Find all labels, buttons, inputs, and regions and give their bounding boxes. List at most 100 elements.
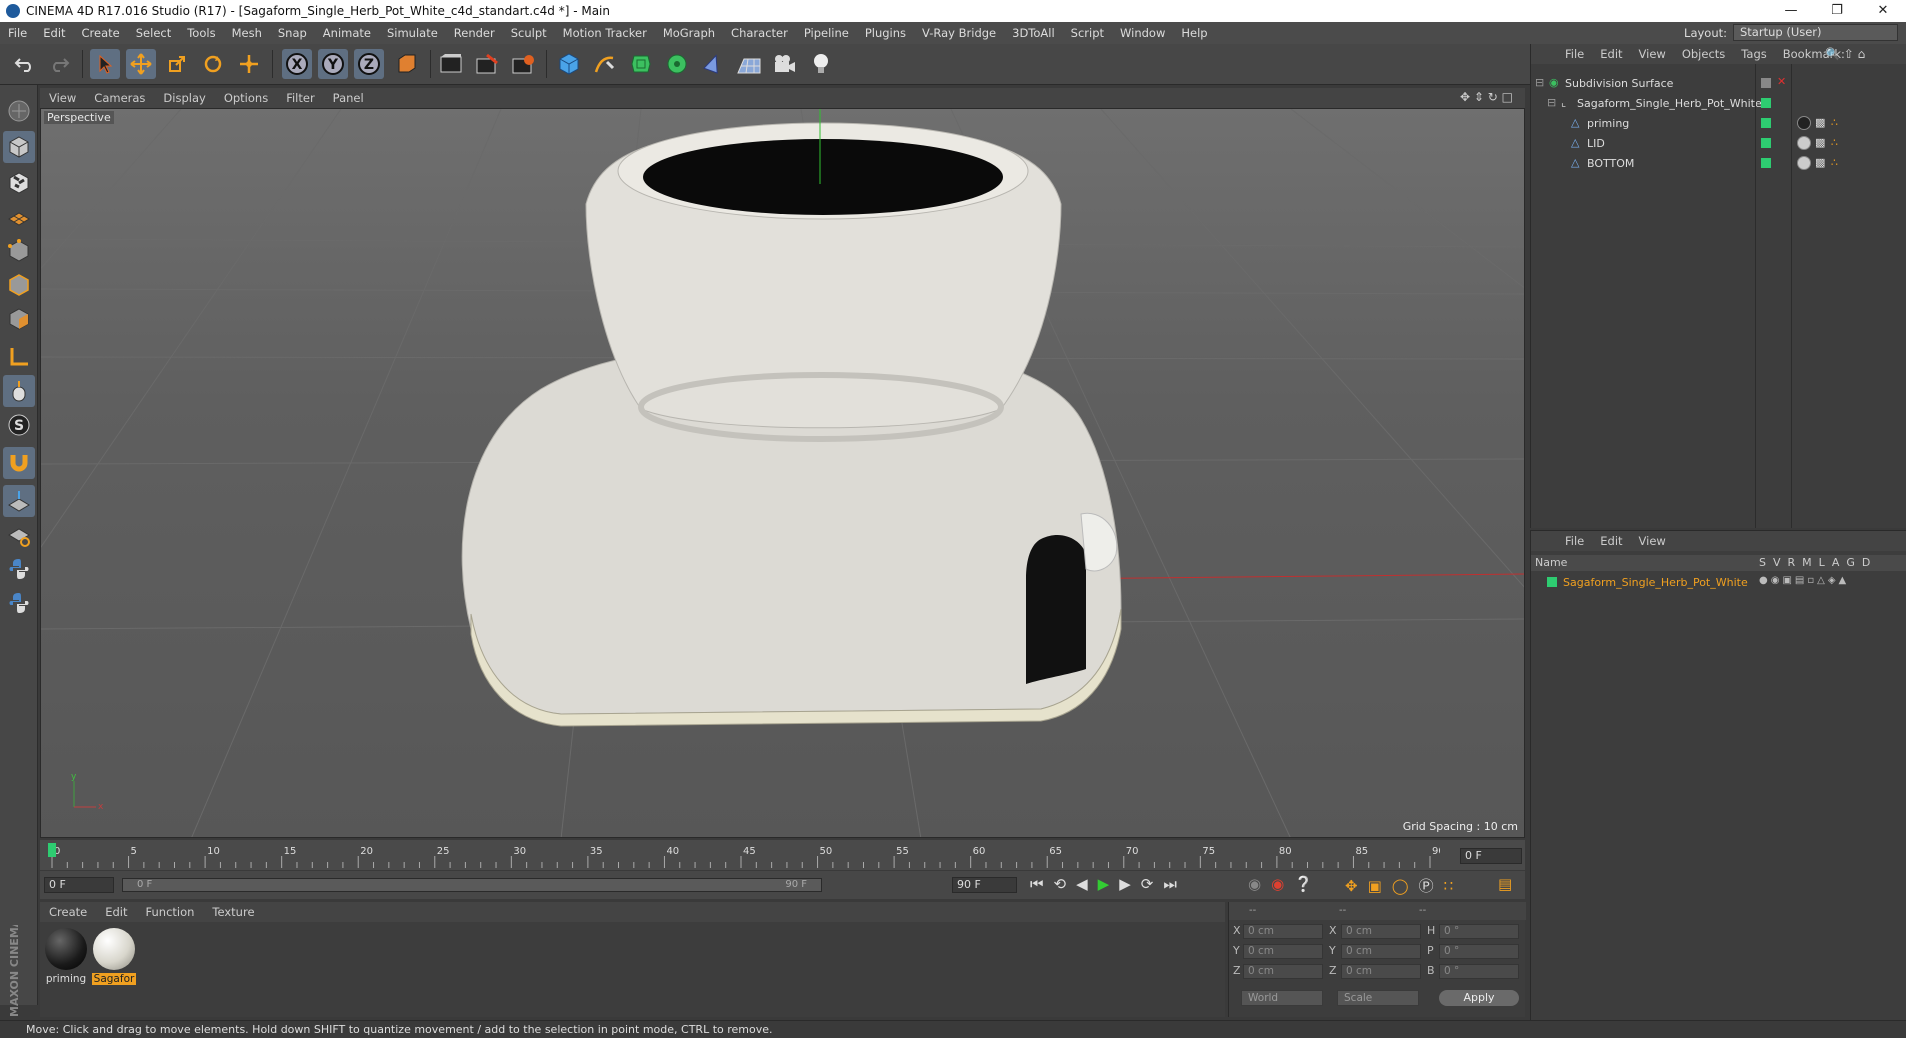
layer-row[interactable]: Sagaform_Single_Herb_Pot_White ●◉▣▤▫△◈▲ xyxy=(1531,573,1906,593)
scale-tool-icon[interactable] xyxy=(162,49,192,79)
keyframe-selection-icon[interactable]: ❔ xyxy=(1294,875,1323,893)
key-pla-icon[interactable]: ∷ xyxy=(1444,877,1464,895)
transform-tool-icon[interactable] xyxy=(234,49,264,79)
menu-render[interactable]: Render xyxy=(446,26,503,40)
menu-file[interactable]: File xyxy=(0,26,35,40)
prev-frame-icon[interactable]: ◀ xyxy=(1076,875,1098,893)
restore-icon[interactable]: ❐ xyxy=(1814,0,1860,22)
layer-menu-view[interactable]: View xyxy=(1631,534,1674,548)
prev-keyframe-icon[interactable]: ⟲ xyxy=(1054,875,1077,893)
menu-character[interactable]: Character xyxy=(723,26,796,40)
viewport-menu-cameras[interactable]: Cameras xyxy=(85,91,154,105)
layer-color-swatch[interactable] xyxy=(1547,577,1557,587)
timeline-ruler[interactable]: 051015202530354045505560657075808590 0 F xyxy=(40,840,1525,870)
key-position-icon[interactable]: ✥ xyxy=(1345,877,1368,895)
object-row[interactable]: ⊟ ⌞ Sagaform_Single_Herb_Pot_White xyxy=(1531,94,1906,114)
rotate-tool-icon[interactable] xyxy=(198,49,228,79)
menu-select[interactable]: Select xyxy=(128,26,179,40)
start-frame-field[interactable]: 0 F xyxy=(44,877,114,893)
deformer-icon[interactable] xyxy=(698,49,728,79)
object-row[interactable]: △ BOTTOM ▩ ∴ xyxy=(1531,154,1906,174)
light-icon[interactable] xyxy=(806,49,836,79)
material-tag-icon[interactable] xyxy=(1797,116,1811,130)
play-icon[interactable]: ▶ xyxy=(1098,875,1120,893)
end-frame-field[interactable]: 90 F xyxy=(952,877,1017,893)
material-tag-icon[interactable] xyxy=(1797,136,1811,150)
floor-scene-icon[interactable] xyxy=(734,49,764,79)
viewport-menu-display[interactable]: Display xyxy=(154,91,214,105)
go-to-end-icon[interactable]: ⏭ xyxy=(1163,875,1187,893)
herb-pot-model[interactable] xyxy=(461,122,1122,727)
make-editable-icon[interactable] xyxy=(3,95,35,127)
viewport-nav-icons[interactable]: ✥ ⇕ ↻ □ xyxy=(1460,90,1524,106)
apply-button[interactable]: Apply xyxy=(1439,990,1519,1006)
next-frame-icon[interactable]: ▶ xyxy=(1119,875,1141,893)
3d-viewport[interactable]: y x Grid Spacing : 10 cm xyxy=(40,108,1525,838)
select-tool-icon[interactable] xyxy=(90,49,120,79)
autokey-icon[interactable]: ◉ xyxy=(1271,875,1294,893)
menu-pipeline[interactable]: Pipeline xyxy=(796,26,857,40)
render-picture-viewer-icon[interactable] xyxy=(472,49,502,79)
model-mode-icon[interactable] xyxy=(3,131,35,163)
tweak-mode-icon[interactable] xyxy=(3,375,35,407)
locked-workplane-icon[interactable] xyxy=(3,519,35,551)
camera-icon[interactable] xyxy=(770,49,800,79)
key-param-icon[interactable]: Ⓟ xyxy=(1419,877,1444,895)
layer-flag-icons[interactable]: ●◉▣▤▫△◈▲ xyxy=(1759,575,1849,586)
snap-icon[interactable] xyxy=(3,447,35,479)
viewport-menu-filter[interactable]: Filter xyxy=(277,91,323,105)
timeline-window-icon[interactable]: ▤ xyxy=(1498,875,1512,893)
object-row[interactable]: ⊟ ◉ Subdivision Surface ✕ xyxy=(1531,74,1906,94)
layer-menu-file[interactable]: File xyxy=(1557,534,1592,548)
spline-pen-icon[interactable] xyxy=(590,49,620,79)
menu-motion-tracker[interactable]: Motion Tracker xyxy=(555,26,655,40)
go-to-start-icon[interactable]: ⏮ xyxy=(1030,875,1054,893)
key-filter-controls[interactable]: ✥▣◯Ⓟ∷ xyxy=(1345,875,1463,896)
viewport-menu-view[interactable]: View xyxy=(40,91,85,105)
viewport-scene[interactable]: y x xyxy=(41,109,1525,838)
menu-script[interactable]: Script xyxy=(1063,26,1112,40)
object-menu-view[interactable]: View xyxy=(1631,47,1674,61)
cube-primitive-icon[interactable] xyxy=(554,49,584,79)
rotation-h-field[interactable]: 0 ° xyxy=(1439,924,1519,939)
menu-plugins[interactable]: Plugins xyxy=(857,26,914,40)
collapse-toggle-icon[interactable]: ⊟ xyxy=(1547,96,1556,109)
layer-toggle[interactable] xyxy=(1761,78,1771,88)
redo-icon[interactable] xyxy=(44,49,74,79)
frame-range-slider[interactable]: 0 F 90 F xyxy=(122,878,822,892)
coordinate-system-icon[interactable] xyxy=(392,49,422,79)
workplane-mode-icon[interactable] xyxy=(3,201,35,233)
visibility-dot[interactable] xyxy=(1761,138,1771,148)
record-keys-icon[interactable]: ◉ xyxy=(1248,875,1271,893)
move-tool-icon[interactable] xyxy=(126,49,156,79)
next-keyframe-icon[interactable]: ⟳ xyxy=(1141,875,1164,893)
object-row[interactable]: △ LID ▩ ∴ xyxy=(1531,134,1906,154)
material-sagaform[interactable]: Sagafor xyxy=(92,928,136,985)
viewport-menu-panel[interactable]: Panel xyxy=(324,91,373,105)
object-menu-file[interactable]: File xyxy=(1557,47,1592,61)
python-script-2-icon[interactable] xyxy=(3,587,35,619)
undo-icon[interactable] xyxy=(10,49,40,79)
key-scale-icon[interactable]: ▣ xyxy=(1368,877,1392,895)
position-x-field[interactable]: 0 cm xyxy=(1243,924,1323,939)
rotation-p-field[interactable]: 0 ° xyxy=(1439,944,1519,959)
layout-dropdown[interactable]: Startup (User) xyxy=(1733,24,1898,41)
render-view-icon[interactable] xyxy=(436,49,466,79)
workplane-grid-icon[interactable] xyxy=(3,485,35,517)
menu-snap[interactable]: Snap xyxy=(270,26,315,40)
scale-y-field[interactable]: 0 cm xyxy=(1341,944,1421,959)
material-tag-icon[interactable] xyxy=(1797,156,1811,170)
z-axis-lock-icon[interactable]: Z xyxy=(354,49,384,79)
coordinate-space-dropdown[interactable]: World xyxy=(1241,990,1323,1006)
points-mode-icon[interactable] xyxy=(3,235,35,267)
position-y-field[interactable]: 0 cm xyxy=(1243,944,1323,959)
menu-create[interactable]: Create xyxy=(74,26,128,40)
layer-menu-edit[interactable]: Edit xyxy=(1592,534,1630,548)
y-axis-lock-icon[interactable]: Y xyxy=(318,49,348,79)
visibility-dot[interactable] xyxy=(1761,118,1771,128)
object-menu-edit[interactable]: Edit xyxy=(1592,47,1630,61)
collapse-toggle-icon[interactable]: ⊟ xyxy=(1535,76,1544,89)
material-menu-create[interactable]: Create xyxy=(40,905,96,919)
scale-z-field[interactable]: 0 cm xyxy=(1341,964,1421,979)
visibility-dot[interactable] xyxy=(1761,158,1771,168)
